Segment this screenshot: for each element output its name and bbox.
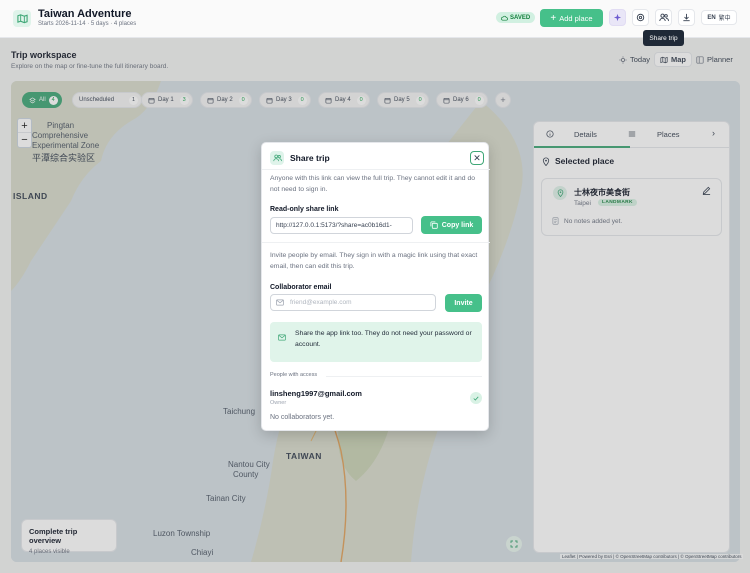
ai-assist-button[interactable] <box>609 9 626 26</box>
close-icon: ✕ <box>473 152 481 163</box>
owner-role: Owner <box>270 400 287 406</box>
saved-label: SAVED <box>510 14 531 21</box>
copy-link-button[interactable]: Copy link <box>421 216 482 234</box>
saved-badge: SAVED <box>496 12 536 23</box>
language-switch[interactable]: EN 繁中 <box>701 10 737 25</box>
share-info-callout: Share the app link too. They do not need… <box>270 322 482 362</box>
owner-email: linsheng1997@gmail.com <box>270 389 362 398</box>
share-info-text: Share the app link too. They do not need… <box>295 330 472 348</box>
copy-link-label: Copy link <box>441 221 474 229</box>
share-trip-tooltip: Share trip <box>643 30 684 46</box>
copy-icon <box>430 221 438 229</box>
divider <box>326 376 482 377</box>
no-collaborators-text: No collaborators yet. <box>270 414 335 421</box>
share-link-label: Read-only share link <box>270 206 339 213</box>
share-trip-dialog: Share trip ✕ Anyone with this link can v… <box>261 142 490 431</box>
divider <box>262 242 490 243</box>
plus-icon: + <box>550 12 557 24</box>
share-trip-button[interactable] <box>655 9 672 26</box>
collaborator-email-input[interactable]: friend@example.com <box>270 294 436 311</box>
add-place-label: Add place <box>559 13 593 23</box>
invite-description: Invite people by email. They sign in wit… <box>270 252 478 270</box>
share-people-icon <box>658 13 669 22</box>
logo-map-icon <box>13 10 31 27</box>
invite-button[interactable]: Invite <box>445 294 482 312</box>
cloud-check-icon <box>501 15 508 21</box>
divider <box>262 169 490 170</box>
people-with-access-label: People with access <box>270 372 318 378</box>
settings-icon <box>636 13 645 22</box>
share-link-input[interactable]: http://127.0.0.1:5173/?share=ac0b16d1- <box>270 217 413 234</box>
download-button[interactable] <box>678 9 695 26</box>
download-icon <box>683 13 690 22</box>
settings-button[interactable] <box>632 9 649 26</box>
trip-subtitle: Starts 2026-11-14 · 5 days · 4 places <box>38 21 137 27</box>
collaborator-email-label: Collaborator email <box>270 284 332 291</box>
add-place-button[interactable]: + Add place <box>540 9 603 27</box>
mail-icon <box>276 299 284 306</box>
app-header: Taiwan Adventure Starts 2026-11-14 · 5 d… <box>0 0 750 38</box>
check-icon <box>470 392 482 404</box>
close-button[interactable]: ✕ <box>470 151 484 165</box>
sparkle-icon <box>613 13 622 22</box>
invite-label: Invite <box>454 299 473 307</box>
mail-icon <box>278 334 286 341</box>
share-people-icon <box>270 151 284 165</box>
lang-en[interactable]: EN <box>707 15 715 21</box>
lang-zh[interactable]: 繁中 <box>719 13 731 22</box>
trip-title: Taiwan Adventure <box>38 8 132 20</box>
share-link-description: Anyone with this link can view the full … <box>270 175 476 193</box>
dialog-title: Share trip <box>290 153 330 163</box>
email-placeholder: friend@example.com <box>290 299 352 306</box>
